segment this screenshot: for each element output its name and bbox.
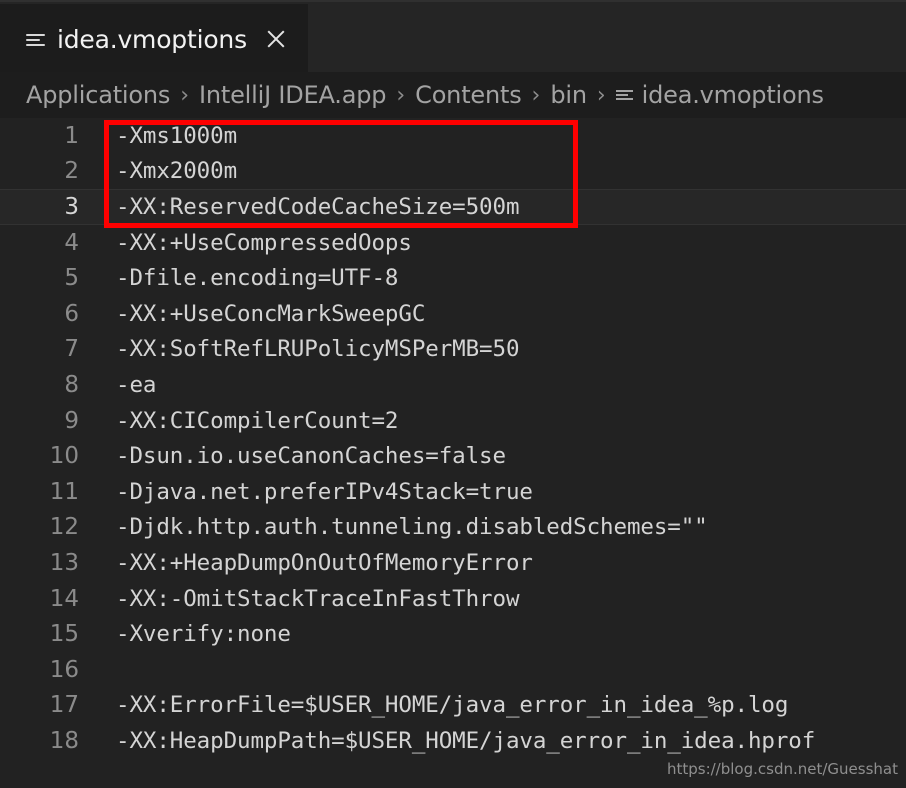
code-line-9[interactable]: 9 -XX:CICompilerCount=2 <box>0 403 906 439</box>
chevron-right-icon: › <box>531 82 541 108</box>
tab-bar: idea.vmoptions <box>0 0 906 74</box>
line-content: -Dfile.encoding=UTF-8 <box>116 265 399 292</box>
line-number: 8 <box>64 371 79 398</box>
line-content: -XX:+UseConcMarkSweepGC <box>116 300 426 327</box>
close-icon[interactable] <box>263 26 289 52</box>
line-number: 5 <box>64 265 79 292</box>
line-number: 1 <box>64 122 79 149</box>
code-line-12[interactable]: 12 -Djdk.http.auth.tunneling.disabledSch… <box>0 510 906 546</box>
line-content: -Djdk.http.auth.tunneling.disabledScheme… <box>116 514 708 541</box>
line-number: 13 <box>49 549 79 576</box>
chevron-right-icon: › <box>180 82 190 108</box>
chevron-right-icon: › <box>596 82 606 108</box>
line-content: -XX:-OmitStackTraceInFastThrow <box>116 585 520 612</box>
editor-window: idea.vmoptions Applications › IntelliJ I… <box>0 0 906 788</box>
code-line-7[interactable]: 7 -XX:SoftRefLRUPolicyMSPerMB=50 <box>0 332 906 368</box>
line-number: 16 <box>49 656 79 683</box>
line-content: -Djava.net.preferIPv4Stack=true <box>116 478 533 505</box>
watermark: https://blog.csdn.net/Guesshat <box>666 760 898 778</box>
line-number: 11 <box>49 478 79 505</box>
line-content: -XX:+UseCompressedOops <box>116 229 412 256</box>
breadcrumb-item-idea-vmoptions[interactable]: idea.vmoptions <box>615 81 824 109</box>
line-number: 12 <box>49 514 79 541</box>
breadcrumb-item-contents[interactable]: Contents <box>415 81 522 109</box>
line-content: -XX:ReservedCodeCacheSize=500m <box>116 193 520 220</box>
code-line-1[interactable]: 1 -Xms1000m <box>0 118 906 154</box>
code-line-8[interactable]: 8 -ea <box>0 367 906 403</box>
line-number: 18 <box>49 727 79 754</box>
code-editor[interactable]: 1 -Xms1000m 2 -Xmx2000m 3 -XX:ReservedCo… <box>0 118 906 788</box>
line-content: -XX:CICompilerCount=2 <box>116 407 399 434</box>
tab-label: idea.vmoptions <box>57 24 247 54</box>
code-line-4[interactable]: 4 -XX:+UseCompressedOops <box>0 225 906 261</box>
breadcrumb-item-label: idea.vmoptions <box>641 81 824 109</box>
code-line-5[interactable]: 5 -Dfile.encoding=UTF-8 <box>0 260 906 296</box>
code-line-15[interactable]: 15 -Xverify:none <box>0 616 906 652</box>
code-line-2[interactable]: 2 -Xmx2000m <box>0 154 906 190</box>
line-content: -ea <box>116 371 157 398</box>
line-number: 7 <box>64 336 79 363</box>
code-line-17[interactable]: 17 -XX:ErrorFile=$USER_HOME/java_error_i… <box>0 688 906 724</box>
chevron-right-icon: › <box>396 82 406 108</box>
breadcrumb-item-applications[interactable]: Applications <box>26 81 170 109</box>
breadcrumb-item-bin[interactable]: bin <box>550 81 587 109</box>
line-number: 15 <box>49 621 79 648</box>
line-content: -XX:HeapDumpPath=$USER_HOME/java_error_i… <box>116 727 816 754</box>
tab-idea-vmoptions[interactable]: idea.vmoptions <box>0 4 308 74</box>
line-content: -Xverify:none <box>116 621 291 648</box>
code-line-3[interactable]: 3 -XX:ReservedCodeCacheSize=500m <box>0 189 906 225</box>
line-number: 10 <box>49 443 79 470</box>
code-line-16[interactable]: 16 <box>0 652 906 688</box>
code-line-14[interactable]: 14 -XX:-OmitStackTraceInFastThrow <box>0 581 906 617</box>
line-number: 3 <box>64 193 79 220</box>
line-number: 9 <box>64 407 79 434</box>
line-content: -Xms1000m <box>116 122 238 149</box>
line-content: -Dsun.io.useCanonCaches=false <box>116 443 506 470</box>
breadcrumb: Applications › IntelliJ IDEA.app › Conte… <box>0 72 906 118</box>
code-line-13[interactable]: 13 -XX:+HeapDumpOnOutOfMemoryError <box>0 545 906 581</box>
line-number: 14 <box>49 585 79 612</box>
code-line-11[interactable]: 11 -Djava.net.preferIPv4Stack=true <box>0 474 906 510</box>
line-content: -Xmx2000m <box>116 158 238 185</box>
line-number: 4 <box>64 229 79 256</box>
line-content: -XX:+HeapDumpOnOutOfMemoryError <box>116 549 533 576</box>
line-content: -XX:ErrorFile=$USER_HOME/java_error_in_i… <box>116 692 789 719</box>
text-file-lines-icon <box>26 31 45 47</box>
code-line-10[interactable]: 10 -Dsun.io.useCanonCaches=false <box>0 438 906 474</box>
text-file-lines-icon <box>615 88 633 102</box>
breadcrumb-item-intellij-idea-app[interactable]: IntelliJ IDEA.app <box>199 81 387 109</box>
line-number: 6 <box>64 300 79 327</box>
line-number: 2 <box>64 158 79 185</box>
line-number: 17 <box>49 692 79 719</box>
line-content: -XX:SoftRefLRUPolicyMSPerMB=50 <box>116 336 520 363</box>
code-line-6[interactable]: 6 -XX:+UseConcMarkSweepGC <box>0 296 906 332</box>
code-line-18[interactable]: 18 -XX:HeapDumpPath=$USER_HOME/java_erro… <box>0 723 906 759</box>
